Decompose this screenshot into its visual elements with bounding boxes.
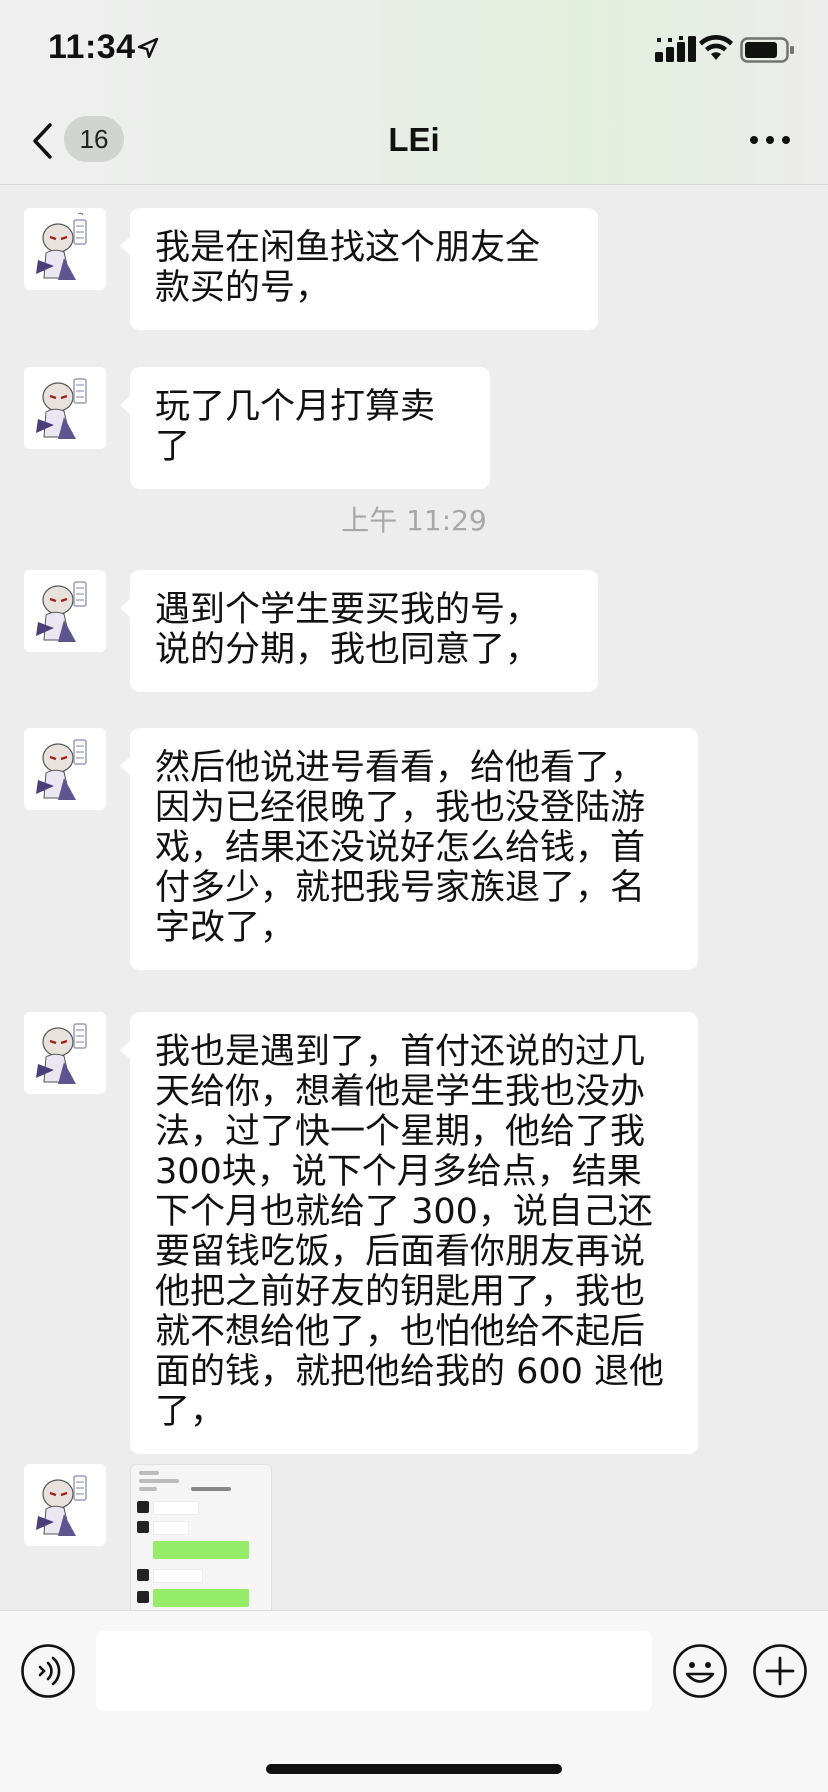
thumb-bubble — [153, 1521, 189, 1535]
thumb-line — [139, 1479, 179, 1483]
avatar[interactable] — [24, 208, 106, 290]
thumb-line — [139, 1471, 159, 1475]
avatar-cartoon-icon — [24, 728, 106, 810]
avatar-cartoon-icon — [24, 570, 106, 652]
message-bubble[interactable]: 我是在闲鱼找这个朋友全款买的号， — [120, 208, 598, 330]
avatar[interactable] — [24, 1012, 106, 1094]
voice-icon[interactable] — [20, 1643, 76, 1699]
avatar-cartoon-icon — [24, 1012, 106, 1094]
thumb-bubble — [153, 1501, 199, 1515]
thumb-avatar — [137, 1569, 149, 1581]
status-bar: 11:34 — [0, 0, 828, 96]
home-indicator[interactable] — [266, 1764, 562, 1774]
time-divider: 上午 11:29 — [341, 504, 487, 537]
input-bar — [0, 1610, 828, 1792]
thumb-line — [139, 1487, 157, 1491]
thumb-bubble-green — [153, 1541, 249, 1559]
thumb-bubble-green — [153, 1589, 249, 1607]
thumb-avatar — [137, 1501, 149, 1513]
message-bubble[interactable]: 我也是遇到了，首付还说的过几天给你，想着他是学生我也没办法，过了快一个星期，他给… — [120, 1012, 698, 1454]
avatar-cartoon-icon — [24, 208, 106, 290]
location-arrow-icon — [137, 37, 159, 59]
battery-icon — [740, 37, 794, 63]
status-time: 11:34 — [48, 28, 136, 66]
thumb-bubble — [153, 1569, 203, 1583]
ellipsis-icon[interactable] — [748, 130, 792, 150]
avatar[interactable] — [24, 1464, 106, 1546]
plus-circle-icon[interactable] — [752, 1643, 808, 1699]
chat-header: 16 LEi — [0, 96, 828, 185]
wifi-icon — [699, 34, 733, 60]
image-message-thumbnail[interactable] — [130, 1464, 272, 1610]
message-bubble[interactable]: 玩了几个月打算卖了 — [120, 367, 490, 489]
message-bubble[interactable]: 遇到个学生要买我的号，说的分期，我也同意了， — [120, 570, 598, 692]
avatar[interactable] — [24, 367, 106, 449]
thumb-avatar — [137, 1591, 149, 1603]
avatar[interactable] — [24, 570, 106, 652]
chevron-left-icon[interactable] — [30, 122, 54, 160]
chat-screen: 11:34 16 LEi 我是在闲鱼找这个朋友全款买的号， 玩了几个月打算卖了 … — [0, 0, 828, 1792]
thumb-avatar — [137, 1521, 149, 1533]
chat-title: LEi — [388, 121, 440, 158]
avatar[interactable] — [24, 728, 106, 810]
unread-count-badge[interactable]: 16 — [64, 116, 124, 162]
thumb-line — [191, 1487, 231, 1491]
avatar-cartoon-icon — [24, 1464, 106, 1546]
message-list[interactable]: 我是在闲鱼找这个朋友全款买的号， 玩了几个月打算卖了 上午 11:29 遇到个学… — [0, 185, 828, 1610]
emoji-icon[interactable] — [672, 1643, 728, 1699]
message-input[interactable] — [96, 1631, 652, 1711]
avatar-cartoon-icon — [24, 367, 106, 449]
message-bubble[interactable]: 然后他说进号看看，给他看了，因为已经很晚了，我也没登陆游戏，结果还没说好怎么给钱… — [120, 728, 698, 970]
